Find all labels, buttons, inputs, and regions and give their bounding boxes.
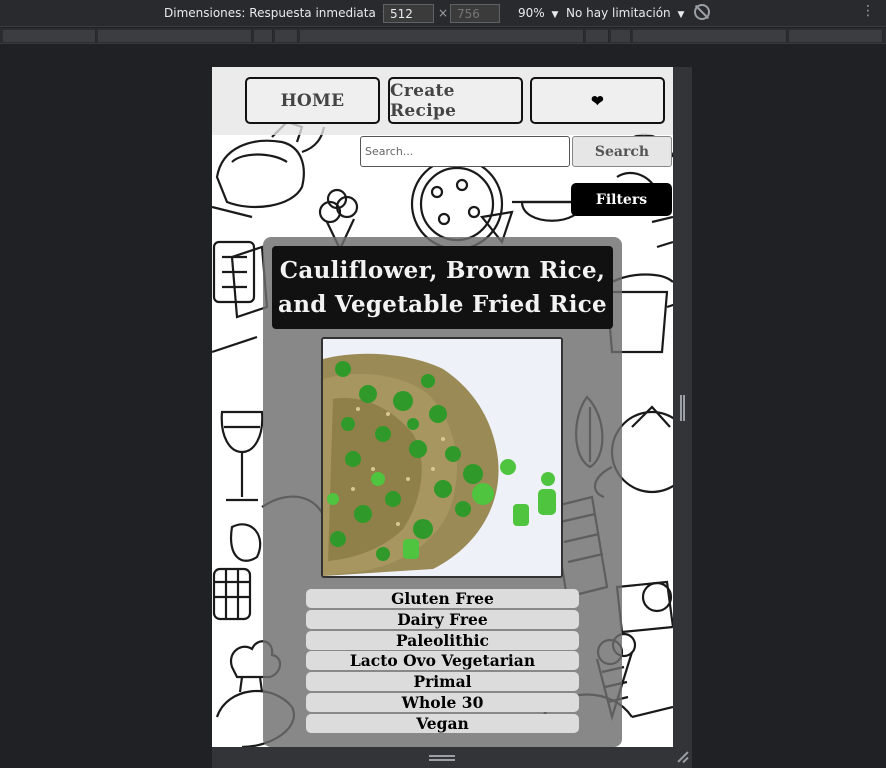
search-input[interactable]: [360, 136, 570, 167]
media-query-segment[interactable]: [611, 30, 631, 42]
height-input[interactable]: [450, 4, 500, 23]
filters-button[interactable]: Filters: [571, 183, 672, 216]
diet-tag: Paleolithic: [306, 630, 579, 650]
media-query-segment[interactable]: [275, 30, 298, 42]
recipe-card[interactable]: Cauliflower, Brown Rice, and Vegetable F…: [263, 237, 622, 747]
zoom-dropdown[interactable]: 90% ▼: [518, 6, 558, 20]
home-button[interactable]: HOME: [245, 77, 380, 124]
chevron-down-icon: ▼: [551, 10, 559, 20]
diet-tag: Gluten Free: [306, 589, 579, 608]
favorites-button[interactable]: ❤: [530, 77, 665, 124]
recipe-title[interactable]: Cauliflower, Brown Rice, and Vegetable F…: [272, 246, 613, 329]
devtools-device-toolbar: Dimensiones: Respuesta inmediata ▼ × 90%…: [0, 0, 886, 27]
diet-list: Gluten Free Dairy Free Paleolithic Lacto…: [306, 589, 579, 735]
throttle-dropdown[interactable]: No hay limitación ▼: [566, 6, 684, 20]
width-input[interactable]: [383, 4, 434, 23]
media-query-bar: [0, 28, 886, 44]
diet-tag: Whole 30: [306, 692, 579, 712]
page-viewport: HOME Create Recipe ❤ Search Filters Caul…: [212, 67, 673, 747]
media-query-segment[interactable]: [300, 30, 584, 42]
search-button[interactable]: Search: [572, 136, 672, 167]
diet-tag: Primal: [306, 672, 579, 692]
media-query-segment[interactable]: [789, 30, 883, 42]
resize-handle-right[interactable]: [680, 395, 685, 421]
diet-tag: Dairy Free: [306, 609, 579, 629]
resize-handle-corner[interactable]: [677, 751, 689, 763]
more-options-icon[interactable]: ⋮: [861, 3, 875, 19]
media-query-segment[interactable]: [633, 30, 787, 42]
throttle-label: No hay limitación: [566, 6, 671, 20]
fried-rice-photo: [323, 339, 561, 576]
dimensions-dropdown[interactable]: Dimensiones: Respuesta inmediata ▼: [164, 6, 390, 20]
rotate-icon[interactable]: [694, 4, 710, 20]
chevron-down-icon: ▼: [677, 10, 685, 20]
media-query-segment[interactable]: [586, 30, 609, 42]
create-recipe-button[interactable]: Create Recipe: [388, 77, 523, 124]
times-sign: ×: [438, 6, 449, 20]
diet-tag: Vegan: [306, 713, 579, 733]
heart-icon: ❤: [591, 91, 604, 110]
resize-handle-bottom[interactable]: [429, 755, 455, 761]
media-query-segment[interactable]: [3, 30, 96, 42]
top-nav: HOME Create Recipe ❤: [212, 67, 673, 135]
dimensions-label: Dimensiones: Respuesta inmediata: [164, 6, 376, 20]
media-query-segment[interactable]: [254, 30, 273, 42]
diet-tag: Lacto Ovo Vegetarian: [306, 651, 579, 671]
media-query-segment[interactable]: [98, 30, 252, 42]
zoom-label: 90%: [518, 6, 545, 20]
recipe-image[interactable]: [321, 337, 563, 578]
